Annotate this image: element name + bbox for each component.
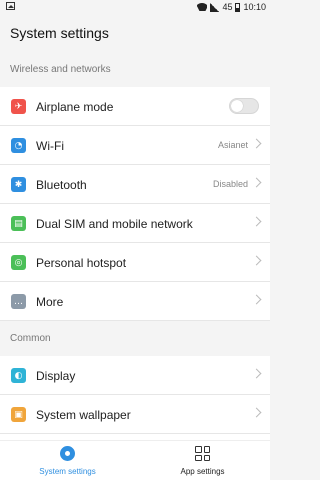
setting-value: Disabled — [212, 179, 248, 189]
settings-list[interactable]: Wireless and networks ✈ Airplane mode ◔ Wi-F… — [0, 52, 270, 440]
signal-label: 45 — [222, 2, 233, 12]
setting-row-wifi[interactable]: ◔ Wi-Fi Asianet — [0, 126, 270, 165]
section-header: Common — [0, 321, 270, 356]
airplane-mode-toggle[interactable] — [229, 98, 259, 114]
setting-label: System wallpaper — [36, 408, 131, 422]
status-icons: 45 10:10 — [197, 1, 266, 13]
page-title: System settings — [10, 25, 109, 41]
setting-label: Bluetooth — [36, 178, 87, 192]
display-icon: ◐ — [11, 368, 26, 383]
airplane-icon: ✈ — [11, 99, 26, 114]
battery-icon — [235, 2, 241, 12]
tab-app-settings[interactable]: App settings — [135, 441, 270, 480]
chevron-right-icon — [251, 407, 262, 418]
setting-label: Airplane mode — [36, 100, 114, 114]
setting-row-display[interactable]: ◐ Display — [0, 356, 270, 395]
signal-icon — [210, 2, 220, 12]
sim-card-icon: ▤ — [11, 216, 26, 231]
setting-value: Asianet — [217, 140, 248, 150]
tab-label: System settings — [39, 467, 96, 476]
setting-label: Display — [36, 369, 76, 383]
setting-row-airplane-mode[interactable]: ✈ Airplane mode — [0, 87, 270, 126]
bluetooth-icon: ✱ — [11, 177, 26, 192]
hotspot-icon: ◎ — [11, 255, 26, 270]
more-icon: … — [11, 294, 26, 309]
section-header: Wireless and networks — [0, 52, 270, 87]
chevron-right-icon — [251, 255, 262, 266]
chevron-right-icon — [251, 216, 262, 227]
chevron-right-icon — [251, 177, 262, 188]
setting-row-hotspot[interactable]: ◎ Personal hotspot — [0, 243, 270, 282]
setting-label: Wi-Fi — [36, 139, 64, 153]
wifi-icon: ◔ — [11, 138, 26, 153]
app-grid-icon — [195, 446, 210, 461]
bottom-nav: System settings App settings — [0, 440, 270, 480]
app-header: System settings — [0, 14, 270, 52]
setting-label: Personal hotspot — [36, 256, 127, 270]
chevron-right-icon — [251, 368, 262, 379]
setting-row-dual-sim[interactable]: ▤ Dual SIM and mobile network — [0, 204, 270, 243]
gallery-notification-icon — [6, 2, 15, 10]
setting-row-wallpaper[interactable]: ▣ System wallpaper — [0, 395, 270, 434]
chevron-right-icon — [251, 294, 262, 305]
setting-label: Dual SIM and mobile network — [36, 217, 193, 231]
settings-gear-icon — [60, 446, 75, 461]
setting-row-more[interactable]: … More — [0, 282, 270, 321]
status-bar: 45 10:10 — [0, 0, 270, 14]
tab-label: App settings — [180, 467, 225, 476]
clock: 10:10 — [243, 2, 266, 12]
wallpaper-icon: ▣ — [11, 407, 26, 422]
chevron-right-icon — [251, 138, 262, 149]
wifi-status-icon — [197, 3, 207, 11]
tab-system-settings[interactable]: System settings — [0, 441, 135, 480]
setting-label: More — [36, 295, 64, 309]
setting-row-bluetooth[interactable]: ✱ Bluetooth Disabled — [0, 165, 270, 204]
